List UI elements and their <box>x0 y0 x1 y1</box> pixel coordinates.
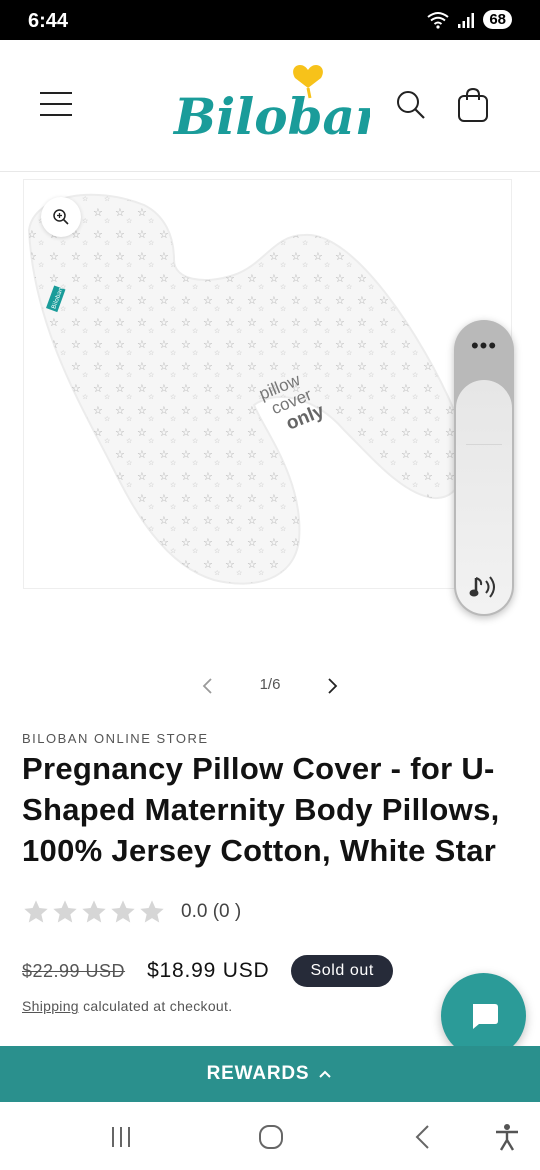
sound-icon[interactable] <box>466 570 502 606</box>
more-icon[interactable]: ••• <box>454 335 514 357</box>
star-icon <box>82 900 106 923</box>
wifi-icon <box>427 11 449 29</box>
search-button[interactable] <box>394 88 428 122</box>
shipping-note: Shipping calculated at checkout. <box>22 998 232 1014</box>
cart-icon <box>458 87 488 122</box>
home-icon[interactable] <box>256 1122 286 1152</box>
zoom-button[interactable] <box>41 197 81 237</box>
status-bar: 6:44 68 <box>0 0 540 40</box>
menu-icon <box>40 92 72 116</box>
floating-side-panel[interactable]: ••• <box>454 320 514 616</box>
regular-price: $22.99 USD <box>22 960 126 981</box>
zoom-icon <box>53 209 69 225</box>
gallery-pager: 1/6 <box>0 670 540 700</box>
shipping-text: calculated at checkout. <box>78 998 233 1014</box>
status-time: 6:44 <box>28 10 69 32</box>
recent-apps-icon[interactable] <box>106 1122 136 1152</box>
logo-text: Biloban <box>172 87 370 146</box>
chevron-right-icon[interactable] <box>320 674 344 698</box>
chevron-up-icon <box>319 1070 332 1078</box>
star-icon <box>53 900 77 923</box>
star-icon <box>24 900 48 923</box>
sale-price: $18.99 USD <box>147 959 270 982</box>
star-icon <box>111 900 135 923</box>
search-icon <box>397 91 425 119</box>
cart-button[interactable] <box>456 86 490 124</box>
pager-count: 1/6 <box>259 676 281 693</box>
price-row: $22.99 USD $18.99 USD Sold out <box>22 955 393 987</box>
divider <box>466 444 502 445</box>
system-nav-bar <box>0 1102 540 1170</box>
brand-logo[interactable]: Biloban <box>170 62 370 152</box>
product-vendor: BILOBAN ONLINE STORE <box>22 731 209 746</box>
sold-out-badge: Sold out <box>291 955 393 987</box>
rewards-label: REWARDS <box>206 1063 310 1084</box>
battery-level: 68 <box>483 10 512 29</box>
signal-icon <box>458 12 475 28</box>
chat-icon <box>472 1003 498 1029</box>
rating-text: 0.0 (0 ) <box>181 901 242 922</box>
rewards-bar[interactable]: REWARDS <box>0 1046 540 1102</box>
accessibility-icon[interactable] <box>492 1122 522 1152</box>
back-icon[interactable] <box>408 1122 438 1152</box>
status-icons: 68 <box>427 10 512 29</box>
pillow-illustration: ☆ ☆ Biloban pillow cover only <box>27 193 466 585</box>
menu-button[interactable] <box>40 92 72 120</box>
product-image[interactable]: ☆ ☆ Biloban pillow cover only <box>23 179 512 589</box>
product-title: Pregnancy Pillow Cover - for U-Shaped Ma… <box>22 751 500 868</box>
product-rating[interactable]: 0.0 (0 ) <box>22 898 241 926</box>
site-header: Biloban <box>0 40 540 172</box>
chevron-left-icon[interactable] <box>196 674 220 698</box>
star-icon <box>140 900 164 923</box>
side-panel-slider[interactable] <box>456 380 512 614</box>
shipping-link[interactable]: Shipping <box>22 998 79 1014</box>
